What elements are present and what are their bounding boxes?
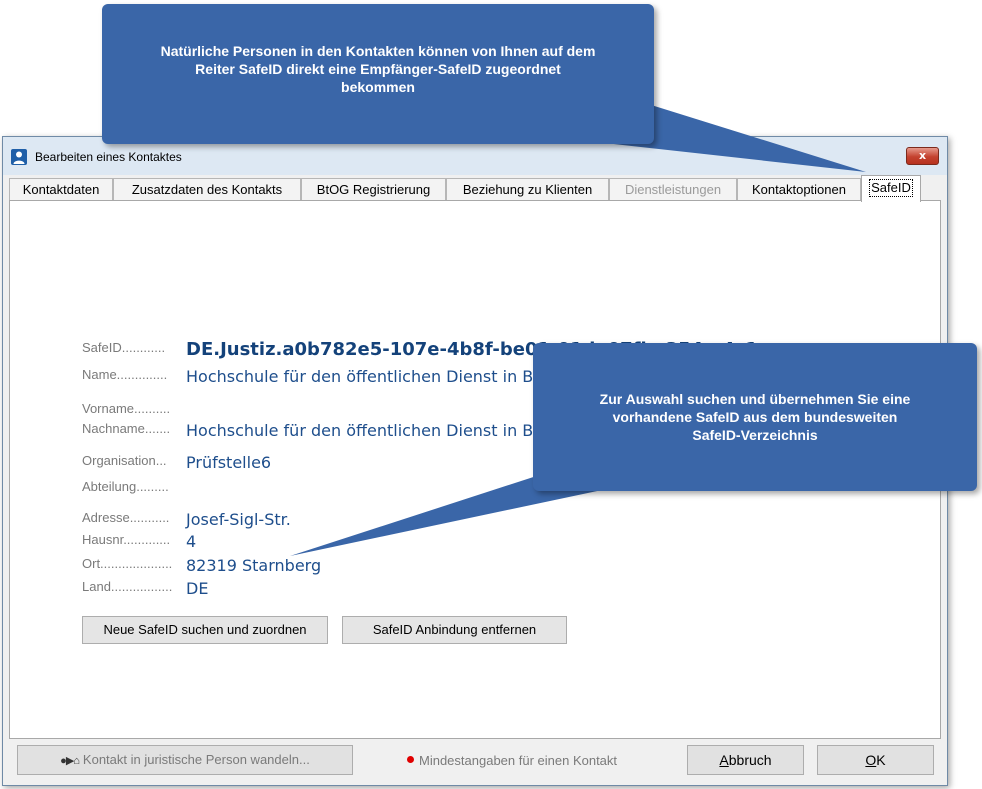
top-callout-text: Natürliche Personen in den Kontakten kön… (160, 43, 596, 95)
tab-safeid[interactable]: SafeID (861, 175, 921, 202)
right-callout-text: Zur Auswahl suchen und übernehmen Sie ei… (599, 391, 911, 443)
right-callout: Zur Auswahl suchen und übernehmen Sie ei… (533, 343, 977, 491)
top-callout: Natürliche Personen in den Kontakten kön… (102, 4, 654, 144)
